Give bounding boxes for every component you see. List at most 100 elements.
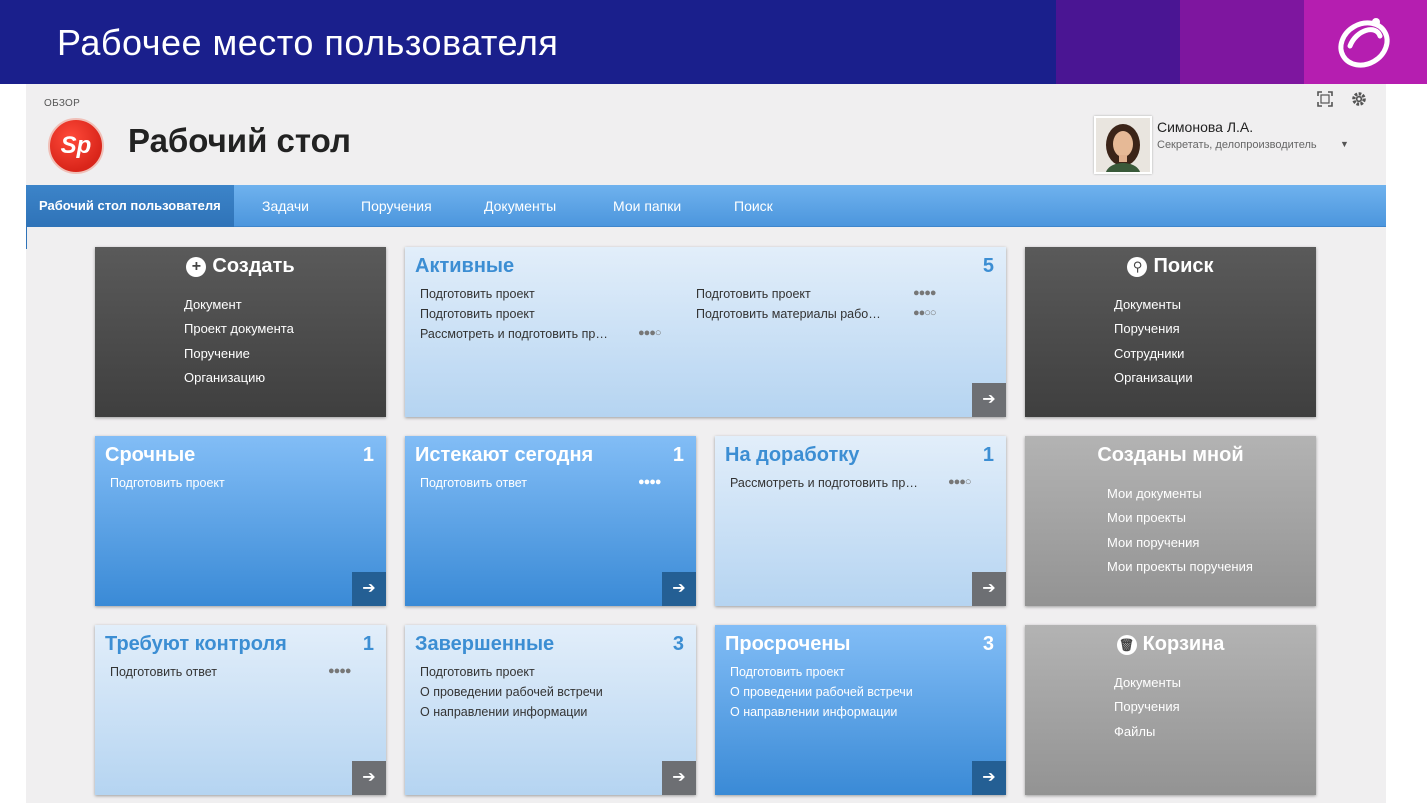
tile-create-title: + Создать [95, 255, 386, 278]
tile-urgent-count: 1 [362, 444, 374, 466]
user-role[interactable]: Секретать, делопроизводитель [1157, 139, 1317, 151]
tab-tasks[interactable]: Задачи [262, 185, 309, 227]
main-nav: Рабочий стол пользователя Задачи Поручен… [26, 185, 1386, 227]
tile-search: ⚲ Поиск Документы Поручения Сотрудники О… [1025, 247, 1316, 417]
tile-expiring-title[interactable]: Истекают сегодня [415, 444, 593, 467]
arrow-right-icon[interactable]: ➔ [662, 761, 696, 795]
my-projects-link[interactable]: Мои проекты [1107, 510, 1253, 534]
tile-control-title[interactable]: Требуют контроля [105, 633, 287, 656]
tile-done: Завершенные 3 Подготовить проект О прове… [405, 625, 696, 795]
gear-icon[interactable] [1350, 90, 1368, 108]
tile-done-count: 3 [672, 633, 684, 655]
tile-done-title[interactable]: Завершенные [415, 633, 554, 656]
tab-assignments[interactable]: Поручения [361, 185, 432, 227]
search-menu: Документы Поручения Сотрудники Организац… [1114, 297, 1193, 394]
fullscreen-icon[interactable] [1316, 90, 1334, 108]
list-item[interactable]: О проведении рабочей встречи [420, 685, 603, 705]
priority-dots: ●●●● [328, 665, 352, 677]
done-list: Подготовить проект О проведении рабочей … [420, 665, 603, 725]
list-item[interactable]: Подготовить материалы рабо… ●●○○ [696, 307, 937, 327]
search-assignments-link[interactable]: Поручения [1114, 321, 1193, 345]
urgent-list: Подготовить проект [110, 476, 225, 496]
priority-dots: ●●●● [638, 476, 662, 488]
arrow-right-icon[interactable]: ➔ [972, 572, 1006, 606]
trash-files-link[interactable]: Файлы [1114, 724, 1181, 748]
list-item[interactable]: Подготовить проект [420, 307, 608, 327]
list-item[interactable]: Подготовить проект ●●●● [696, 287, 937, 307]
tile-active: Активные 5 Подготовить проект Подготовит… [405, 247, 1006, 417]
list-item[interactable]: О направлении информации [730, 705, 913, 725]
tile-control: Требуют контроля 1 Подготовить ответ ●●●●… [95, 625, 386, 795]
page-title: Рабочий стол [128, 122, 351, 159]
app-logo: Sp [48, 118, 104, 174]
tile-trash: 🗑 Корзина Документы Поручения Файлы [1025, 625, 1316, 795]
list-item[interactable]: Подготовить проект [420, 287, 608, 307]
arrow-right-icon[interactable]: ➔ [972, 383, 1006, 417]
list-item[interactable]: Подготовить проект [420, 665, 603, 685]
tile-urgent-title[interactable]: Срочные [105, 444, 195, 467]
create-assignment-link[interactable]: Поручение [184, 346, 294, 370]
tab-desktop[interactable]: Рабочий стол пользователя [26, 185, 234, 227]
plus-circle-icon: + [186, 256, 207, 277]
brand-logo-icon [1338, 18, 1390, 68]
tab-documents[interactable]: Документы [484, 185, 556, 227]
create-draft-link[interactable]: Проект документа [184, 321, 294, 345]
tile-overdue-title[interactable]: Просрочены [725, 633, 851, 656]
my-documents-link[interactable]: Мои документы [1107, 486, 1253, 510]
priority-dots: ●●●○ [638, 327, 662, 339]
arrow-right-icon[interactable]: ➔ [662, 572, 696, 606]
arrow-right-icon[interactable]: ➔ [972, 761, 1006, 795]
trash-menu: Документы Поручения Файлы [1114, 675, 1181, 748]
tile-search-title: ⚲ Поиск [1025, 255, 1316, 278]
breadcrumb[interactable]: ОБЗОР [44, 98, 80, 109]
priority-dots: ●●●● [913, 287, 937, 299]
list-item[interactable]: Рассмотреть и подготовить пр… ●●●○ [730, 476, 972, 496]
priority-dots: ●●○○ [913, 307, 937, 319]
nav-edge [26, 227, 27, 249]
list-item[interactable]: Подготовить ответ ●●●● [110, 665, 352, 685]
tile-trash-title: 🗑 Корзина [1025, 633, 1316, 656]
search-organizations-link[interactable]: Организации [1114, 370, 1193, 394]
tile-active-count: 5 [982, 255, 994, 277]
my-assignment-projects-link[interactable]: Мои проекты поручения [1107, 559, 1253, 583]
arrow-right-icon[interactable]: ➔ [352, 572, 386, 606]
tile-urgent: Срочные 1 Подготовить проект ➔ [95, 436, 386, 606]
tile-expiring: Истекают сегодня 1 Подготовить ответ ●●●●… [405, 436, 696, 606]
list-item[interactable]: Подготовить ответ ●●●● [420, 476, 662, 496]
app-window: ОБЗОР Sp Рабочий стол Симонова Л.А. Секр… [26, 84, 1386, 803]
user-name[interactable]: Симонова Л.А. [1157, 119, 1253, 135]
tab-search[interactable]: Поиск [734, 185, 773, 227]
search-documents-link[interactable]: Документы [1114, 297, 1193, 321]
trash-documents-link[interactable]: Документы [1114, 675, 1181, 699]
header-stripe [1056, 0, 1180, 84]
tile-active-title[interactable]: Активные [415, 255, 514, 278]
my-assignments-link[interactable]: Мои поручения [1107, 535, 1253, 559]
chevron-down-icon[interactable]: ▼ [1340, 139, 1349, 149]
overdue-list: Подготовить проект О проведении рабочей … [730, 665, 913, 725]
tile-overdue-count: 3 [982, 633, 994, 655]
tile-create: + Создать Документ Проект документа Пору… [95, 247, 386, 417]
created-by-me-menu: Мои документы Мои проекты Мои поручения … [1107, 486, 1253, 583]
create-organization-link[interactable]: Организацию [184, 370, 294, 394]
list-item[interactable]: Рассмотреть и подготовить пр… ●●●○ [420, 327, 662, 347]
trash-assignments-link[interactable]: Поручения [1114, 699, 1181, 723]
arrow-right-icon[interactable]: ➔ [352, 761, 386, 795]
list-item[interactable]: Подготовить проект [730, 665, 913, 685]
create-menu: Документ Проект документа Поручение Орга… [184, 297, 294, 394]
list-item[interactable]: О направлении информации [420, 705, 603, 725]
create-document-link[interactable]: Документ [184, 297, 294, 321]
list-item[interactable]: О проведении рабочей встречи [730, 685, 913, 705]
rework-list: Рассмотреть и подготовить пр… ●●●○ [730, 476, 972, 496]
slide-header: Рабочее место пользователя [0, 0, 1427, 84]
expiring-list: Подготовить ответ ●●●● [420, 476, 662, 496]
avatar[interactable] [1094, 116, 1152, 174]
tile-rework-count: 1 [982, 444, 994, 466]
list-item[interactable]: Подготовить проект [110, 476, 225, 496]
tile-rework-title[interactable]: На доработку [725, 444, 859, 467]
tile-control-count: 1 [362, 633, 374, 655]
tab-my-folders[interactable]: Мои папки [613, 185, 681, 227]
trash-icon: 🗑 [1116, 634, 1137, 655]
tile-created-by-me-title: Созданы мной [1097, 444, 1244, 466]
search-employees-link[interactable]: Сотрудники [1114, 346, 1193, 370]
priority-dots: ●●●○ [948, 476, 972, 488]
